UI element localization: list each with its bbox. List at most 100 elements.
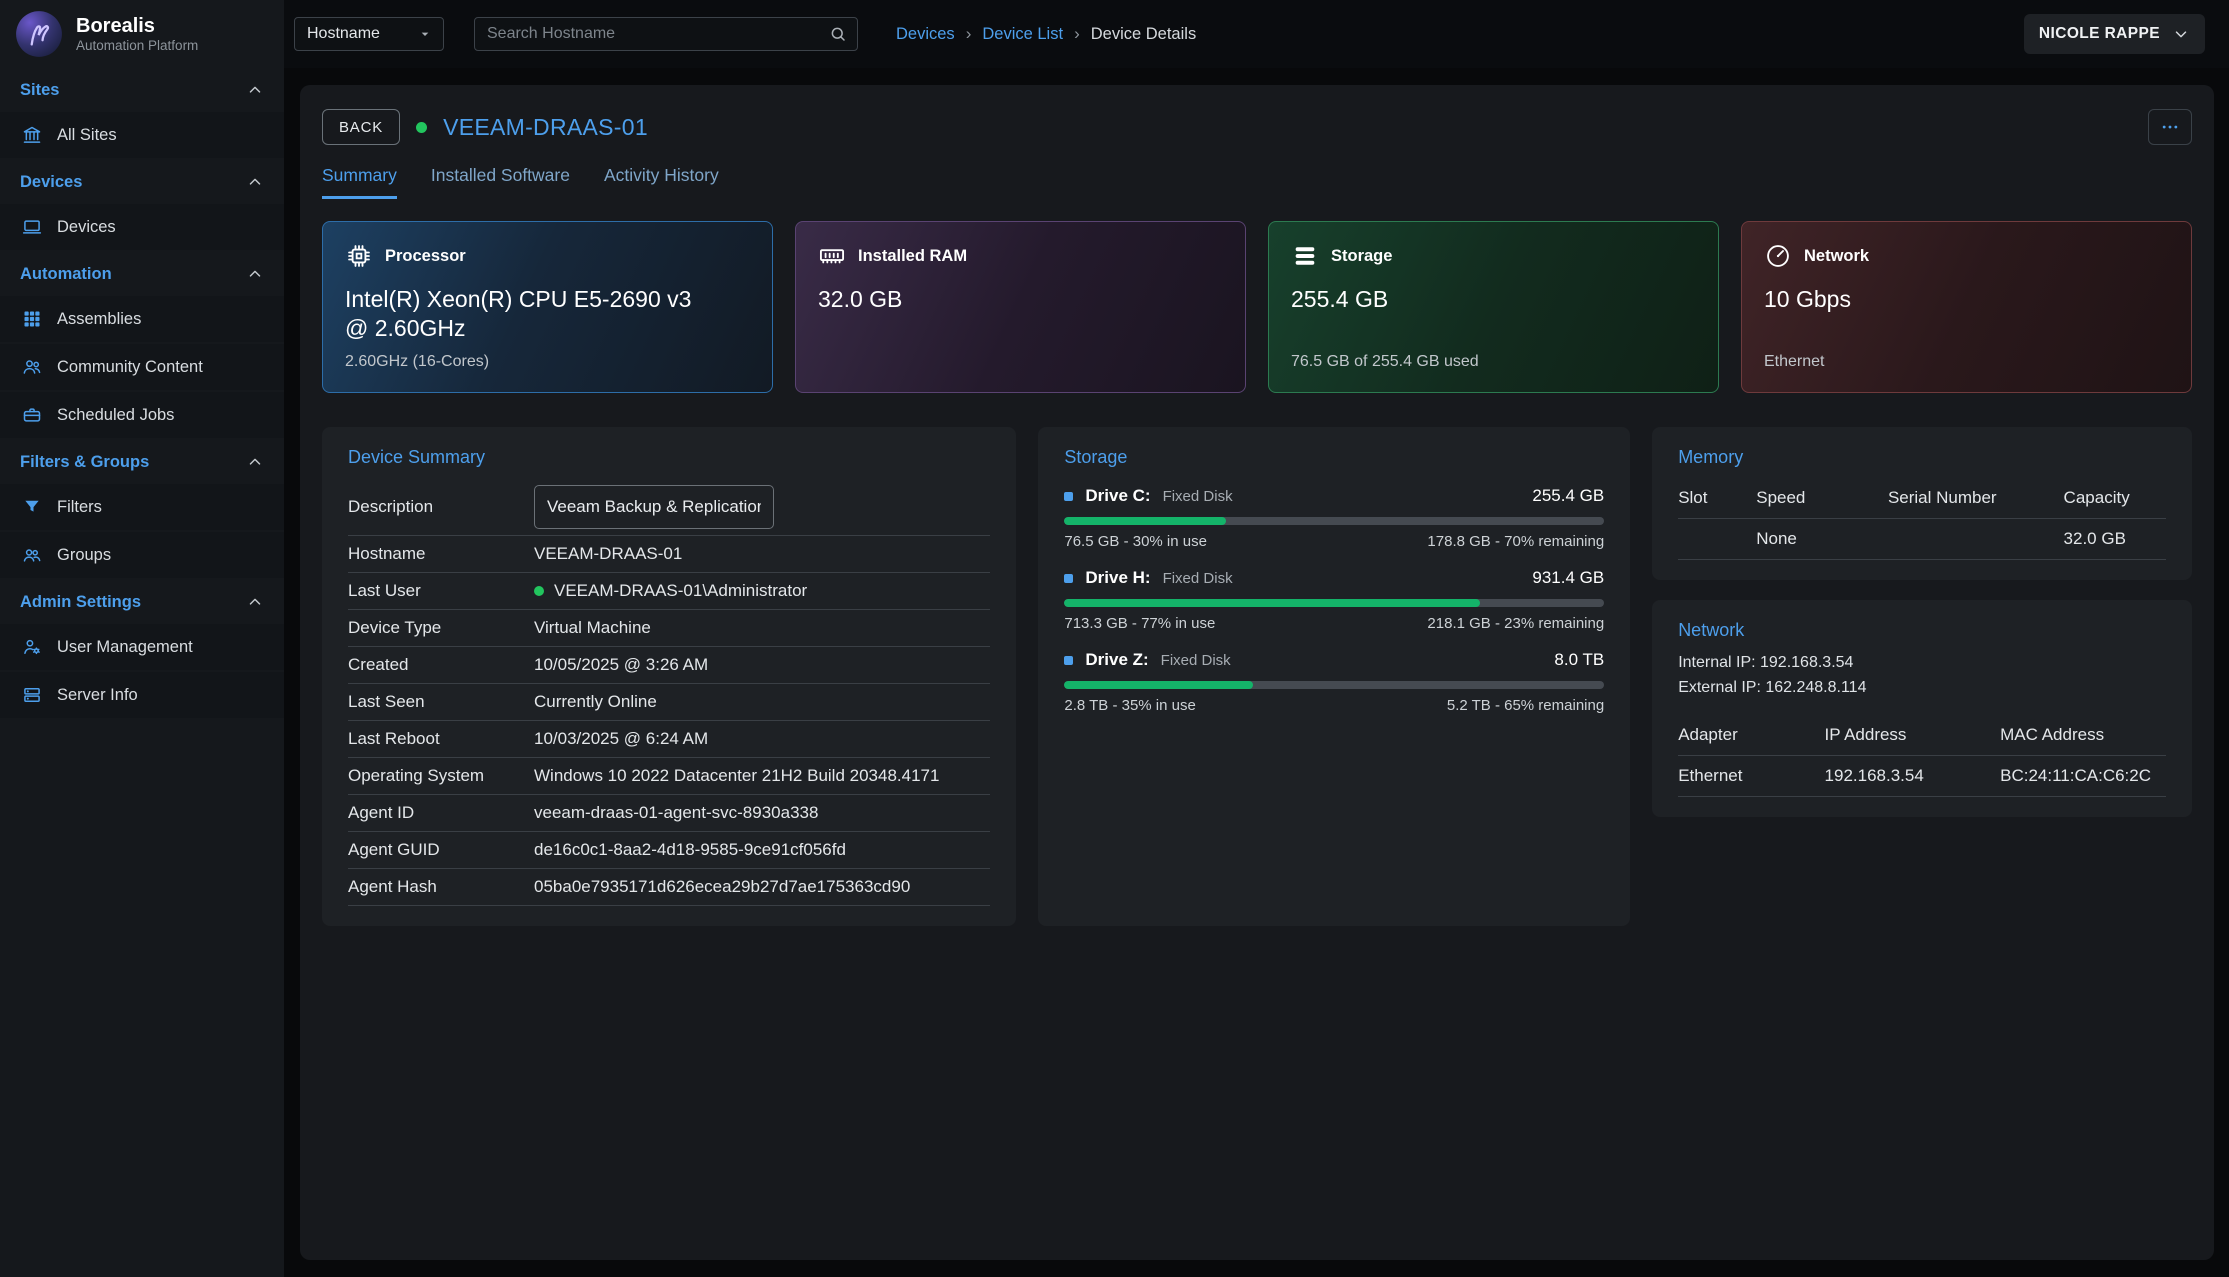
drive-type: Fixed Disk bbox=[1163, 570, 1233, 587]
sidebar-item-label: Assemblies bbox=[57, 310, 141, 329]
drive-remaining-label: 218.1 GB - 23% remaining bbox=[1427, 615, 1604, 632]
sidebar-section-admin-settings[interactable]: Admin Settings bbox=[0, 580, 284, 624]
filter-icon bbox=[22, 497, 42, 517]
sidebar-item-community-content[interactable]: Community Content bbox=[0, 344, 284, 390]
sidebar-item-label: Scheduled Jobs bbox=[57, 406, 174, 425]
row-label: Device Type bbox=[348, 618, 534, 638]
server-icon bbox=[22, 685, 42, 705]
drive-used-label: 713.3 GB - 77% in use bbox=[1064, 615, 1215, 632]
drive-usage-fill bbox=[1064, 517, 1226, 525]
right-column: Memory Slot Speed Serial Number Capacity… bbox=[1652, 427, 2192, 817]
breadcrumb-devices[interactable]: Devices bbox=[896, 25, 955, 44]
chevron-up-icon bbox=[246, 81, 264, 99]
drive-usage-bar bbox=[1064, 599, 1604, 607]
sidebar-item-groups[interactable]: Groups bbox=[0, 532, 284, 578]
drive-usage-bar bbox=[1064, 517, 1604, 525]
sidebar-item-label: Groups bbox=[57, 546, 111, 565]
summary-row-device-type: Device Type Virtual Machine bbox=[348, 610, 990, 647]
storage-panel-title: Storage bbox=[1064, 447, 1604, 468]
sidebar-item-label: Server Info bbox=[57, 686, 138, 705]
tab-summary[interactable]: Summary bbox=[322, 165, 397, 199]
chevron-up-icon bbox=[246, 265, 264, 283]
network-table-header: Adapter IP Address MAC Address bbox=[1678, 715, 2166, 756]
sidebar-section-label: Automation bbox=[20, 265, 112, 284]
row-value: VEEAM-DRAAS-01 bbox=[534, 544, 682, 564]
sidebar-section-filters-groups[interactable]: Filters & Groups bbox=[0, 440, 284, 484]
page-header: BACK VEEAM-DRAAS-01 bbox=[322, 109, 2192, 145]
summary-row-hostname: Hostname VEEAM-DRAAS-01 bbox=[348, 536, 990, 573]
topbar: Hostname Devices › Device List › Device … bbox=[284, 0, 2229, 68]
row-value: 10/05/2025 @ 3:26 AM bbox=[534, 655, 708, 675]
sidebar-section-devices[interactable]: Devices bbox=[0, 160, 284, 204]
sidebar-item-assemblies[interactable]: Assemblies bbox=[0, 296, 284, 342]
network-panel: Network Internal IP: 192.168.3.54 Extern… bbox=[1652, 600, 2192, 817]
adapter-ip: 192.168.3.54 bbox=[1825, 756, 2001, 797]
back-button[interactable]: BACK bbox=[322, 109, 400, 145]
row-value: Currently Online bbox=[534, 692, 657, 712]
drive-row-c: Drive C: Fixed Disk 255.4 GB 76.5 GB - 3… bbox=[1064, 486, 1604, 550]
sidebar-section-automation[interactable]: Automation bbox=[0, 252, 284, 296]
search-field-dropdown[interactable]: Hostname bbox=[294, 17, 444, 51]
sidebar-item-user-management[interactable]: User Management bbox=[0, 624, 284, 670]
ram-card: Installed RAM 32.0 GB bbox=[795, 221, 1246, 393]
user-gear-icon bbox=[22, 637, 42, 657]
more-actions-button[interactable] bbox=[2148, 109, 2192, 145]
drive-bullet-icon bbox=[1064, 492, 1073, 501]
column-header: Slot bbox=[1678, 478, 1756, 519]
people-icon bbox=[22, 357, 42, 377]
chevron-down-icon bbox=[2172, 25, 2190, 43]
online-status-dot bbox=[416, 122, 427, 133]
briefcase-icon bbox=[22, 405, 42, 425]
column-header: MAC Address bbox=[2000, 715, 2166, 756]
sidebar-item-all-sites[interactable]: All Sites bbox=[0, 112, 284, 158]
network-table-row: Ethernet 192.168.3.54 BC:24:11:CA:C6:2C bbox=[1678, 756, 2166, 797]
user-menu-button[interactable]: NICOLE RAPPE bbox=[2024, 14, 2205, 54]
row-value: veeam-draas-01-agent-svc-8930a338 bbox=[534, 803, 818, 823]
breadcrumb-separator: › bbox=[966, 24, 972, 44]
breadcrumb-device-list[interactable]: Device List bbox=[982, 25, 1063, 44]
gauge-icon bbox=[1764, 242, 1792, 270]
device-summary-panel: Device Summary Description Hostname VEEA… bbox=[322, 427, 1016, 926]
card-value: 255.4 GB bbox=[1291, 285, 1664, 314]
breadcrumb-separator: › bbox=[1074, 24, 1080, 44]
drive-row-h: Drive H: Fixed Disk 931.4 GB 713.3 GB - … bbox=[1064, 568, 1604, 632]
sidebar-item-scheduled-jobs[interactable]: Scheduled Jobs bbox=[0, 392, 284, 438]
ellipsis-icon bbox=[2160, 117, 2180, 137]
card-title: Network bbox=[1804, 247, 1869, 266]
column-header: Adapter bbox=[1678, 715, 1824, 756]
tab-activity-history[interactable]: Activity History bbox=[604, 165, 719, 199]
drive-type: Fixed Disk bbox=[1161, 652, 1231, 669]
tab-bar: Summary Installed Software Activity Hist… bbox=[322, 165, 2192, 199]
card-subtitle: 2.60GHz (16-Cores) bbox=[345, 353, 750, 372]
summary-row-description: Description bbox=[348, 478, 990, 536]
search-input[interactable] bbox=[487, 25, 829, 43]
sidebar-item-server-info[interactable]: Server Info bbox=[0, 672, 284, 718]
summary-row-agent-id: Agent ID veeam-draas-01-agent-svc-8930a3… bbox=[348, 795, 990, 832]
memory-serial bbox=[1888, 519, 2064, 560]
network-card: Network 10 Gbps Ethernet bbox=[1741, 221, 2192, 393]
external-ip: External IP: 162.248.8.114 bbox=[1678, 676, 2166, 701]
sidebar-item-filters[interactable]: Filters bbox=[0, 484, 284, 530]
tab-installed-software[interactable]: Installed Software bbox=[431, 165, 570, 199]
memory-capacity: 32.0 GB bbox=[2064, 519, 2166, 560]
drive-usage-fill bbox=[1064, 681, 1253, 689]
sidebar-item-label: Devices bbox=[57, 218, 116, 237]
search-field-dropdown-value: Hostname bbox=[307, 25, 380, 43]
card-subtitle: 76.5 GB of 255.4 GB used bbox=[1291, 353, 1696, 372]
sidebar: Borealis Automation Platform Sites All S… bbox=[0, 0, 284, 1277]
sidebar-section-sites[interactable]: Sites bbox=[0, 68, 284, 112]
row-label: Created bbox=[348, 655, 534, 675]
search-box bbox=[474, 17, 858, 51]
sidebar-item-label: User Management bbox=[57, 638, 193, 657]
internal-ip: Internal IP: 192.168.3.54 bbox=[1678, 651, 2166, 676]
breadcrumb: Devices › Device List › Device Details bbox=[896, 24, 1196, 44]
groups-icon bbox=[22, 545, 42, 565]
summary-row-last-seen: Last Seen Currently Online bbox=[348, 684, 990, 721]
sidebar-item-devices[interactable]: Devices bbox=[0, 204, 284, 250]
row-value: Windows 10 2022 Datacenter 21H2 Build 20… bbox=[534, 766, 939, 786]
description-input[interactable] bbox=[534, 485, 774, 529]
chevron-up-icon bbox=[246, 453, 264, 471]
row-label: Last Reboot bbox=[348, 729, 534, 749]
summary-row-agent-guid: Agent GUID de16c0c1-8aa2-4d18-9585-9ce91… bbox=[348, 832, 990, 869]
row-value: de16c0c1-8aa2-4d18-9585-9ce91cf056fd bbox=[534, 840, 846, 860]
